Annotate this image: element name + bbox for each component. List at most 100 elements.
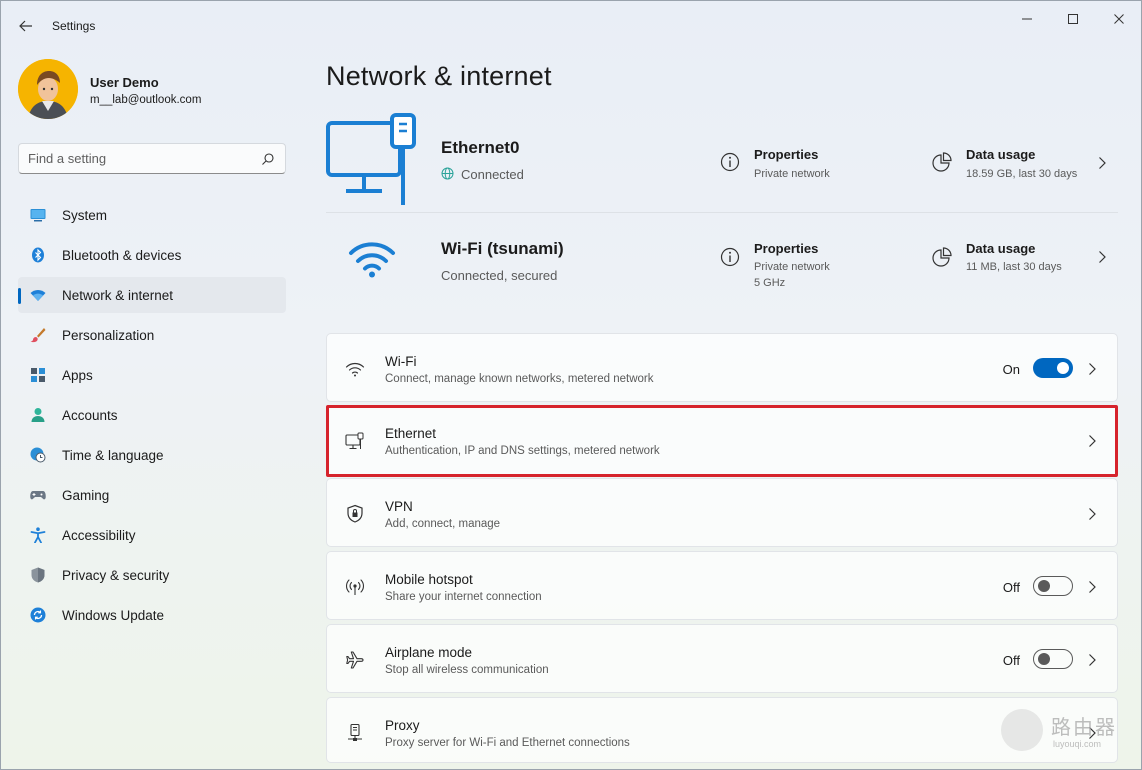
ethernet-properties-link[interactable]: Properties Private network — [720, 147, 880, 187]
mobile-hotspot-card[interactable]: Mobile hotspot Share your internet conne… — [326, 551, 1118, 620]
properties-sub: Private network — [754, 168, 830, 180]
wifi-settings-card[interactable]: Wi-Fi Connect, manage known networks, me… — [326, 333, 1118, 402]
card-subtitle: Connect, manage known networks, metered … — [385, 373, 654, 385]
watermark-url: luyouqi.com — [1053, 739, 1102, 749]
settings-window: Settings User Demo m__lab@outlook.com Fi… — [0, 0, 1142, 770]
avatar-person-icon — [18, 59, 78, 119]
properties-title: Properties — [754, 241, 819, 256]
card-title: Proxy — [385, 718, 420, 733]
airplane-icon — [346, 651, 364, 669]
wifi-name: Wi-Fi (tsunami) — [441, 239, 564, 258]
watermark-logo-icon — [1001, 709, 1043, 751]
sidebar-item-apps[interactable]: Apps — [18, 357, 286, 393]
chevron-right-icon[interactable] — [1087, 580, 1097, 594]
sidebar-item-label: Network & internet — [62, 288, 174, 303]
card-title: Airplane mode — [385, 645, 473, 660]
airplane-toggle-label: Off — [1002, 653, 1020, 668]
wifi-toggle[interactable] — [1033, 358, 1073, 378]
maximize-button[interactable] — [1061, 9, 1085, 29]
pie-chart-icon — [932, 247, 952, 267]
chevron-right-icon[interactable] — [1087, 653, 1097, 667]
sidebar-item-network[interactable]: Network & internet — [18, 277, 286, 313]
wifi-icon — [345, 362, 365, 377]
chevron-right-icon[interactable] — [1087, 434, 1097, 448]
monitor-icon — [30, 209, 46, 222]
chevron-right-icon[interactable] — [1097, 156, 1107, 170]
sidebar-item-label: Privacy & security — [62, 568, 170, 583]
card-title: Mobile hotspot — [385, 572, 473, 587]
wifi-status: Connected, secured — [441, 268, 558, 283]
maximize-icon — [1068, 14, 1078, 24]
chevron-right-icon[interactable] — [1087, 362, 1097, 376]
wifi-icon — [30, 290, 46, 301]
airplane-toggle[interactable] — [1033, 649, 1073, 669]
watermark-text: 路由器 — [1051, 715, 1117, 739]
sidebar-item-windows-update[interactable]: Windows Update — [18, 597, 286, 633]
card-subtitle: Share your internet connection — [385, 591, 542, 603]
wifi-toggle-label: On — [1002, 362, 1020, 377]
minimize-button[interactable] — [1015, 9, 1039, 29]
hotspot-icon — [345, 579, 365, 595]
sidebar-item-system[interactable]: System — [18, 197, 286, 233]
sidebar-item-privacy[interactable]: Privacy & security — [18, 557, 286, 593]
search-box[interactable] — [18, 143, 286, 174]
ethernet-settings-card[interactable]: Ethernet Authentication, IP and DNS sett… — [326, 405, 1118, 477]
properties-sub: Private network — [754, 261, 830, 273]
ethernet-name: Ethernet0 — [441, 138, 520, 157]
back-button[interactable] — [15, 15, 37, 37]
hotspot-toggle-label: Off — [1002, 580, 1020, 595]
avatar — [18, 59, 78, 119]
card-subtitle: Authentication, IP and DNS settings, met… — [385, 445, 660, 457]
info-icon — [720, 247, 740, 267]
properties-band: 5 GHz — [754, 277, 786, 289]
sidebar-item-accessibility[interactable]: Accessibility — [18, 517, 286, 553]
card-subtitle: Add, connect, manage — [385, 518, 501, 530]
brush-icon — [30, 328, 46, 343]
ethernet-status: Connected — [461, 167, 524, 182]
app-title: Settings — [52, 19, 96, 33]
pie-chart-icon — [932, 152, 952, 172]
ethernet-monitor-icon — [326, 113, 416, 205]
sidebar-item-label: Personalization — [62, 328, 155, 343]
sidebar-item-gaming[interactable]: Gaming — [18, 477, 286, 513]
sidebar-nav: System Bluetooth & devices Network & int… — [18, 197, 286, 637]
search-icon[interactable] — [261, 152, 275, 166]
card-title: Ethernet — [385, 426, 437, 441]
user-name: User Demo — [90, 75, 159, 90]
card-subtitle: Stop all wireless communication — [385, 664, 549, 676]
wifi-data-usage-link[interactable]: Data usage 11 MB, last 30 days — [932, 241, 1112, 281]
sidebar-item-bluetooth[interactable]: Bluetooth & devices — [18, 237, 286, 273]
airplane-mode-card[interactable]: Airplane mode Stop all wireless communic… — [326, 624, 1118, 693]
sidebar-item-accounts[interactable]: Accounts — [18, 397, 286, 433]
card-title: Wi-Fi — [385, 354, 417, 369]
sidebar-item-personalization[interactable]: Personalization — [18, 317, 286, 353]
close-icon — [1114, 14, 1124, 24]
sidebar-item-label: Bluetooth & devices — [62, 248, 182, 263]
search-input[interactable] — [28, 151, 248, 166]
back-arrow-icon — [19, 20, 32, 32]
hotspot-toggle[interactable] — [1033, 576, 1073, 596]
watermark: 路由器 luyouqi.com — [997, 707, 1137, 763]
data-usage-sub: 11 MB, last 30 days — [966, 261, 1062, 273]
vpn-settings-card[interactable]: VPN Add, connect, manage — [326, 478, 1118, 547]
toggle-knob — [1038, 653, 1050, 665]
chevron-right-icon[interactable] — [1097, 250, 1107, 264]
sidebar-item-time-language[interactable]: Time & language — [18, 437, 286, 473]
user-email: m__lab@outlook.com — [90, 94, 202, 106]
bluetooth-icon — [32, 247, 44, 263]
ethernet-data-usage-link[interactable]: Data usage 18.59 GB, last 30 days — [932, 147, 1112, 187]
sidebar-item-label: Accounts — [62, 408, 118, 423]
shield-icon — [31, 567, 45, 583]
wifi-properties-link[interactable]: Properties Private network 5 GHz — [720, 241, 880, 295]
accessibility-icon — [30, 527, 46, 543]
toggle-knob — [1038, 580, 1050, 592]
close-button[interactable] — [1107, 9, 1131, 29]
person-icon — [31, 408, 45, 422]
globe-icon — [441, 167, 454, 180]
chevron-right-icon[interactable] — [1087, 507, 1097, 521]
globe-clock-icon — [30, 447, 46, 463]
sidebar-item-label: System — [62, 208, 108, 223]
sidebar-item-label: Windows Update — [62, 608, 165, 623]
sidebar-item-label: Accessibility — [62, 528, 136, 543]
update-icon — [30, 607, 46, 623]
